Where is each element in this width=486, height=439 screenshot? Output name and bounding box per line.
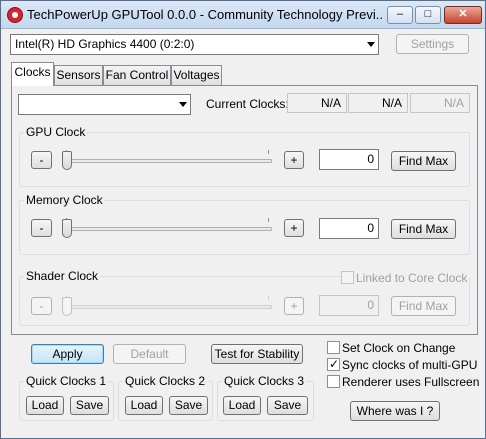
close-button[interactable]: ✕: [444, 6, 482, 24]
quick-clocks-3-label: Quick Clocks 3: [222, 374, 307, 388]
tab-clocks[interactable]: Clocks: [11, 62, 54, 86]
memory-clock-label: Memory Clock: [24, 193, 105, 207]
shader-clock-input[interactable]: 0: [319, 295, 379, 316]
set-clock-on-change-checkbox[interactable]: [327, 341, 340, 354]
maximize-icon: □: [424, 8, 432, 20]
quick-clocks-1-load-button[interactable]: Load: [26, 396, 64, 415]
memory-clock-decrease-button[interactable]: -: [31, 219, 52, 237]
gpu-clock-label: GPU Clock: [24, 125, 88, 139]
settings-button[interactable]: Settings: [396, 34, 469, 54]
main-window: TechPowerUp GPUTool 0.0.0 - Community Te…: [0, 0, 486, 439]
title-bar[interactable]: TechPowerUp GPUTool 0.0.0 - Community Te…: [1, 1, 485, 29]
apply-button[interactable]: Apply: [31, 344, 104, 364]
current-clock-shader: N/A: [410, 93, 470, 113]
shader-clock-slider-track[interactable]: [62, 305, 272, 309]
gpu-find-max-button[interactable]: Find Max: [391, 151, 456, 171]
close-icon: ✕: [458, 8, 468, 20]
shader-clock-slider-thumb[interactable]: [62, 297, 72, 316]
gpu-select[interactable]: Intel(R) HD Graphics 4400 (0:2:0): [10, 34, 379, 55]
where-was-i-button[interactable]: Where was I ?: [350, 401, 440, 421]
power-app-icon: [7, 7, 23, 23]
default-button[interactable]: Default: [113, 344, 186, 364]
chevron-down-icon: [179, 102, 187, 107]
current-clocks-label: Current Clocks:: [206, 97, 289, 111]
shader-find-max-button[interactable]: Find Max: [391, 296, 456, 316]
tab-voltages[interactable]: Voltages: [171, 65, 222, 85]
sync-multi-gpu-checkbox[interactable]: ✓: [327, 357, 340, 371]
quick-clocks-1-save-button[interactable]: Save: [70, 396, 109, 415]
current-clock-memory: N/A: [348, 93, 408, 113]
gpu-clock-slider-thumb[interactable]: [62, 151, 72, 170]
set-clock-on-change-label: Set Clock on Change: [342, 341, 456, 355]
quick-clocks-3-save-button[interactable]: Save: [267, 396, 308, 415]
shader-slider-tick: [268, 296, 269, 300]
memory-slider-tick: [268, 218, 269, 222]
memory-clock-slider-track[interactable]: [62, 227, 272, 231]
memory-find-max-button[interactable]: Find Max: [391, 219, 456, 239]
quick-clocks-3-load-button[interactable]: Load: [223, 396, 261, 415]
memory-clock-slider-thumb[interactable]: [62, 219, 72, 238]
renderer-fullscreen-checkbox[interactable]: [327, 375, 340, 388]
current-clock-gpu: N/A: [287, 93, 347, 113]
tab-sensors[interactable]: Sensors: [54, 65, 103, 85]
window-title: TechPowerUp GPUTool 0.0.0 - Community Te…: [27, 7, 383, 22]
checkmark-icon: ✓: [329, 357, 340, 371]
memory-clock-increase-button[interactable]: +: [284, 219, 304, 237]
shader-clock-label: Shader Clock: [24, 269, 101, 283]
profile-select[interactable]: [18, 94, 191, 115]
shader-clock-decrease-button[interactable]: -: [31, 297, 52, 315]
gpu-clock-slider-track[interactable]: [62, 159, 272, 163]
minimize-button[interactable]: –: [387, 6, 413, 24]
gpu-slider-tick: [268, 150, 269, 154]
linked-to-core-checkbox[interactable]: [341, 271, 354, 284]
quick-clocks-2-load-button[interactable]: Load: [125, 396, 163, 415]
test-stability-button[interactable]: Test for Stability: [211, 344, 303, 364]
gpu-clock-increase-button[interactable]: +: [284, 151, 304, 169]
shader-clock-increase-button[interactable]: +: [284, 297, 304, 315]
chevron-down-icon: [367, 42, 375, 47]
gpu-select-value: Intel(R) HD Graphics 4400 (0:2:0): [15, 37, 195, 51]
renderer-fullscreen-label: Renderer uses Fullscreen: [342, 375, 480, 389]
linked-to-core-label: Linked to Core Clock: [356, 271, 470, 285]
quick-clocks-2-label: Quick Clocks 2: [123, 374, 208, 388]
memory-clock-input[interactable]: 0: [319, 218, 379, 239]
quick-clocks-1-label: Quick Clocks 1: [24, 374, 109, 388]
gpu-clock-decrease-button[interactable]: -: [31, 151, 52, 169]
quick-clocks-2-save-button[interactable]: Save: [169, 396, 208, 415]
minimize-icon: –: [396, 8, 404, 20]
tab-fan-control[interactable]: Fan Control: [103, 65, 171, 85]
maximize-button[interactable]: □: [415, 6, 441, 24]
sync-multi-gpu-label: Sync clocks of multi-GPU: [342, 358, 478, 372]
gpu-clock-input[interactable]: 0: [319, 149, 379, 170]
